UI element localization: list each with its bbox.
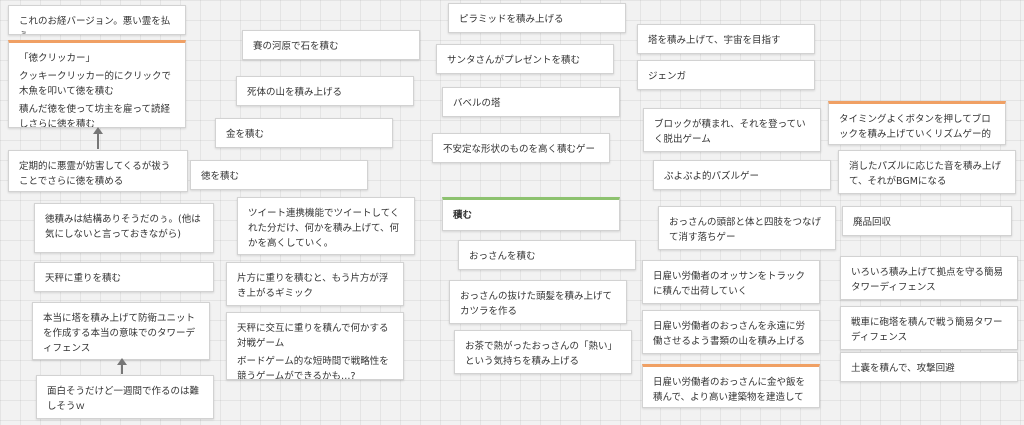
sticky-note[interactable]: 土嚢を積んで、攻撃回避 <box>840 352 1018 382</box>
sticky-note[interactable]: 天秤に重りを積む <box>34 262 214 292</box>
sticky-note[interactable]: 不安定な形状のものを高く積むゲー <box>432 133 610 163</box>
note-text: 片方に重りを積むと、もう片方が浮き上がるギミック <box>237 273 389 299</box>
note-text: 天秤に重りを積む <box>45 273 122 284</box>
note-text: 徳を積む <box>201 171 240 182</box>
note-text: 面白そうだけど一週間で作るのは難しそうｗ <box>47 386 200 412</box>
note-text: 廃品回収 <box>853 217 892 228</box>
sticky-note[interactable]: おっさんの抜けた頭髪を積み上げてカツラを作る <box>449 280 627 324</box>
sticky-note[interactable]: 塔を積み上げて、宇宙を目指す <box>637 24 815 54</box>
note-text: クッキークリッカー的にクリックで木魚を叩いて徳を積む <box>19 71 172 97</box>
connector-arrow <box>117 358 127 374</box>
note-text: 徳積みは結構ありそうだのぅ。(他は気にしないと言っておきながら) <box>45 214 201 240</box>
group-title: 積む <box>453 210 473 221</box>
sticky-note[interactable]: 消したパズルに応じた音を積み上げて、それがBGMになる <box>838 150 1016 194</box>
sticky-note[interactable]: 片方に重りを積むと、もう片方が浮き上がるギミック <box>226 262 404 306</box>
sticky-note[interactable]: ブロックが積まれ、それを登っていく脱出ゲーム <box>643 108 821 152</box>
sticky-note[interactable]: ピラミッドを積み上げる <box>448 3 626 33</box>
note-text: これのお経バージョン。悪い霊を払う。 <box>19 16 171 34</box>
sticky-note[interactable]: いろいろ積み上げて拠点を守る簡易タワーディフェンス <box>840 256 1018 300</box>
sticky-note[interactable]: ツイート連携機能でツイートしてくれた分だけ、何かを積み上げて、何かを高くしていく… <box>237 197 415 255</box>
note-text: 戦車に砲塔を積んで戦う簡易タワーディフェンス <box>851 317 1003 343</box>
note-text: ぷよぷよ的パズルゲー <box>664 171 760 182</box>
sticky-note[interactable]: 廃品回収 <box>842 206 1012 236</box>
note-text: 土嚢を積んで、攻撃回避 <box>851 363 955 374</box>
note-text: タイミングよくボタンを押してブロックを積み上げていくリズムゲー的なもの <box>839 114 992 140</box>
note-text: ボードゲーム的な短時間で戦略性を競うゲームができるかも…? <box>237 356 389 380</box>
note-text: おっさんの頭部と体と四肢をつなげて消す落ちゲー <box>669 217 822 243</box>
note-text: 日雇い労働者のおっさんに金や飯を積んで、より高い建築物を建造していく。 <box>653 377 806 403</box>
arrow-head-icon <box>93 127 103 134</box>
note-text: 金を積む <box>226 129 265 140</box>
note-text: 塔を積み上げて、宇宙を目指す <box>648 35 781 46</box>
sticky-note[interactable]: これのお経バージョン。悪い霊を払う。 <box>8 5 186 35</box>
sticky-note[interactable]: ぷよぷよ的パズルゲー <box>653 160 831 190</box>
sticky-note[interactable]: 徳積みは結構ありそうだのぅ。(他は気にしないと言っておきながら) <box>34 203 214 253</box>
group-header-card[interactable]: 積む <box>442 197 620 231</box>
sticky-note[interactable]: タイミングよくボタンを押してブロックを積み上げていくリズムゲー的なもの <box>828 101 1006 145</box>
note-text: 日雇い労働者のおっさんを永遠に労働させるよう書類の山を積み上げる <box>653 321 806 347</box>
sticky-note[interactable]: 本当に塔を積み上げて防衛ユニットを作成する本当の意味でのタワーディフェンス <box>32 302 210 360</box>
sticky-note[interactable]: 徳を積む <box>190 160 368 190</box>
sticky-note[interactable]: 日雇い労働者のおっさんに金や飯を積んで、より高い建築物を建造していく。 <box>642 364 820 408</box>
sticky-note[interactable]: お茶で熱がったおっさんの「熱い」という気持ちを積み上げる <box>454 330 632 374</box>
note-text: おっさんを積む <box>469 251 536 262</box>
note-text: ブロックが積まれ、それを登っていく脱出ゲーム <box>654 119 806 145</box>
note-text: 積んだ徳を使って坊主を雇って読経しさらに徳を積む <box>19 104 171 128</box>
clipped-header-text <box>0 0 180 4</box>
note-text: 不安定な形状のものを高く積むゲー <box>443 144 596 155</box>
sticky-note[interactable]: 定期的に悪霊が妨害してくるが祓うことでさらに徳を積める <box>8 150 188 192</box>
sticky-note[interactable]: 日雇い労働者のオッサンをトラックに積んで出荷していく <box>642 260 820 304</box>
note-text: バベルの塔 <box>453 98 501 109</box>
note-text: いろいろ積み上げて拠点を守る簡易タワーディフェンス <box>851 267 1004 293</box>
sticky-note[interactable]: 戦車に砲塔を積んで戦う簡易タワーディフェンス <box>840 306 1018 350</box>
note-text: ツイート連携機能でツイートしてくれた分だけ、何かを積み上げて、何かを高くしていく… <box>248 208 400 249</box>
note-text: 日雇い労働者のオッサンをトラックに積んで出荷していく <box>653 271 806 297</box>
note-text: ジェンガ <box>648 71 687 82</box>
sticky-note[interactable]: 日雇い労働者のおっさんを永遠に労働させるよう書類の山を積み上げる <box>642 310 820 354</box>
arrow-head-icon <box>117 358 127 365</box>
sticky-note[interactable]: バベルの塔 <box>442 87 620 117</box>
note-text: 死体の山を積み上げる <box>247 87 343 98</box>
note-text: 本当に塔を積み上げて防衛ユニットを作成する本当の意味でのタワーディフェンス <box>43 313 196 354</box>
note-text: 消したパズルに応じた音を積み上げて、それがBGMになる <box>849 161 1002 187</box>
sticky-note[interactable]: 「徳クリッカー」 クッキークリッカー的にクリックで木魚を叩いて徳を積む 積んだ徳… <box>8 40 186 128</box>
note-text: ピラミッドを積み上げる <box>459 14 564 25</box>
note-text: お茶で熱がったおっさんの「熱い」という気持ちを積み上げる <box>465 341 618 367</box>
sticky-note[interactable]: 面白そうだけど一週間で作るのは難しそうｗ <box>36 375 214 419</box>
sticky-note[interactable]: ジェンガ <box>637 60 815 90</box>
sticky-note[interactable]: 金を積む <box>215 118 393 148</box>
note-text: 定期的に悪霊が妨害してくるが祓うことでさらに徳を積める <box>19 161 171 187</box>
note-title: 「徳クリッカー」 <box>19 53 96 64</box>
note-text: 賽の河原で石を積む <box>253 41 339 52</box>
sticky-note[interactable]: サンタさんがプレゼントを積む <box>436 44 614 74</box>
sticky-note[interactable]: 天秤に交互に重りを積んで何かする対戦ゲーム ボードゲーム的な短時間で戦略性を競う… <box>226 312 404 380</box>
sticky-note[interactable]: 賽の河原で石を積む <box>242 30 420 60</box>
sticky-note[interactable]: 死体の山を積み上げる <box>236 76 414 106</box>
note-text: 天秤に交互に重りを積んで何かする対戦ゲーム <box>237 323 389 349</box>
note-text: サンタさんがプレゼントを積む <box>447 55 581 66</box>
note-text: おっさんの抜けた頭髪を積み上げてカツラを作る <box>460 291 613 317</box>
connector-arrow <box>93 127 103 149</box>
sticky-note[interactable]: おっさんを積む <box>458 240 636 270</box>
sticky-note[interactable]: おっさんの頭部と体と四肢をつなげて消す落ちゲー <box>658 206 836 250</box>
